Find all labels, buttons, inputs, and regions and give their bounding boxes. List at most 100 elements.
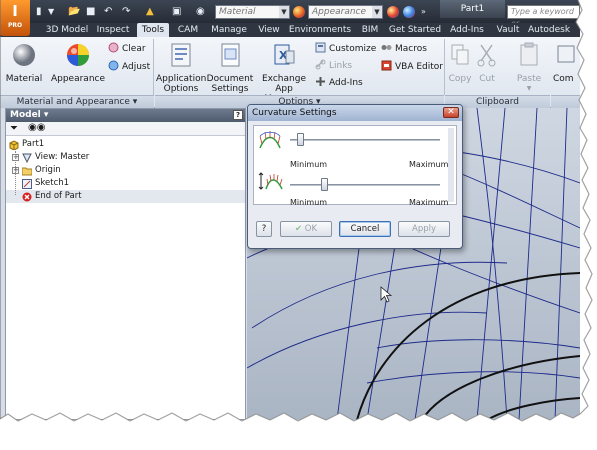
adjust-icon (108, 60, 119, 71)
exchange-icon: X (274, 44, 295, 65)
appearance-value: Appearance (312, 7, 367, 17)
tree-item-origin[interactable]: + Origin (6, 164, 245, 177)
tab-3d-model[interactable]: 3D Model (44, 23, 90, 37)
tab-autodesk[interactable]: Autodesk (528, 23, 580, 37)
tree-item-view-master[interactable]: + View: Master (6, 151, 245, 164)
application-menu-button[interactable]: I PRO (0, 0, 30, 36)
open-icon[interactable]: 📂 (68, 5, 80, 18)
document-title: Part1 (440, 0, 505, 18)
app-badge: I (12, 2, 18, 20)
macros-label: Macros (395, 44, 427, 54)
macros-button[interactable]: Macros (381, 42, 427, 55)
clear-button[interactable]: Clear (108, 42, 146, 55)
adjust-button[interactable]: Adjust (108, 60, 150, 73)
adjust-ball-icon[interactable] (387, 6, 399, 18)
material-button[interactable]: Material (4, 41, 44, 84)
macros-icon (381, 45, 392, 50)
panel-material-and-appearance[interactable]: Material and Appearance ▾ (0, 95, 154, 108)
mouse-cursor-icon (380, 286, 393, 303)
tab-cam[interactable]: CAM (174, 23, 202, 37)
sketch-icon (22, 179, 32, 189)
select-icon[interactable]: ▲ (146, 5, 154, 18)
ok-button[interactable]: ✔ OK (280, 221, 332, 237)
vba-editor-button[interactable]: VBA Editor (381, 60, 443, 73)
panel-clipboard-label: Clipboard (476, 97, 519, 107)
slider1-thumb[interactable] (297, 133, 305, 146)
search-input[interactable]: Type a keyword or (507, 5, 580, 28)
tab-bim[interactable]: BIM (358, 23, 382, 37)
new-dropdown-icon[interactable]: ▼ (48, 5, 54, 18)
tab-view[interactable]: View (256, 23, 282, 37)
tab-environments[interactable]: Environments (287, 23, 353, 37)
ribbon-tabs: 3D Model Inspect Tools CAM Manage View E… (0, 23, 580, 37)
tree-item-sketch1[interactable]: Sketch1 (6, 177, 245, 190)
tab-add-ins[interactable]: Add-Ins (447, 23, 487, 37)
slider1-track[interactable] (290, 139, 440, 141)
application-options-label: Application Options (156, 74, 207, 94)
globe-icon[interactable]: ◉ (196, 5, 205, 18)
curvature-settings-dialog: Curvature Settings ✕ Minimum Maximum Min… (247, 104, 463, 249)
clear-ball-icon[interactable] (403, 6, 415, 18)
copy-button[interactable]: Copy (447, 41, 473, 84)
view-icon (22, 153, 32, 163)
binoculars-icon[interactable]: ◉◉ (28, 122, 45, 133)
cancel-button[interactable]: Cancel (339, 221, 391, 237)
material-select[interactable]: Material ▼ (215, 5, 290, 19)
apply-button[interactable]: Apply (398, 221, 450, 237)
tab-get-started[interactable]: Get Started (387, 23, 443, 37)
update-icon[interactable]: ▣ (172, 5, 181, 18)
tab-manage[interactable]: Manage (207, 23, 251, 37)
save-icon[interactable]: ■ (86, 5, 95, 18)
document-settings-button[interactable]: Document Settings (206, 41, 254, 94)
separator (444, 39, 445, 95)
tree-item-end-of-part[interactable]: End of Part (6, 190, 245, 203)
tab-vault[interactable]: Vault (493, 23, 523, 37)
chevron-down-icon: ▾ (132, 97, 138, 107)
add-ins-icon (316, 77, 325, 86)
filter-icon[interactable]: ⏷ (10, 123, 18, 134)
ok-label: OK (304, 224, 318, 234)
dialog-title-bar[interactable]: Curvature Settings ✕ (248, 105, 462, 121)
paste-icon (520, 42, 538, 66)
cut-button[interactable]: Cut (475, 41, 499, 84)
customize-label: Customize (329, 44, 377, 54)
close-icon[interactable]: ✕ (443, 107, 459, 118)
material-sphere-icon (13, 44, 35, 66)
paste-button[interactable]: Paste ▼ (512, 41, 546, 94)
links-button[interactable]: Links (315, 59, 352, 72)
add-ins-button[interactable]: Add-Ins (315, 76, 363, 89)
appearance-select[interactable]: Appearance ▼ (308, 5, 383, 19)
application-options-button[interactable]: Application Options (156, 41, 206, 94)
slider2-track[interactable] (290, 184, 440, 186)
tab-tools[interactable]: Tools (137, 23, 169, 37)
tree-label: Origin (35, 165, 61, 175)
new-file-icon[interactable]: ▮ (36, 5, 42, 18)
chevron-down-icon: ▼ (279, 6, 289, 18)
appearance-button[interactable]: Appearance (50, 41, 106, 84)
links-icon (315, 59, 326, 70)
cut-icon (477, 44, 496, 67)
links-label: Links (329, 61, 353, 71)
help-button[interactable]: ? (256, 221, 272, 237)
tab-inspect[interactable]: Inspect (94, 23, 132, 37)
panel-overflow (551, 95, 580, 108)
overflow-icon[interactable]: » (421, 5, 426, 18)
document-settings-label: Document Settings (206, 74, 254, 94)
redo-icon[interactable]: ↷ (122, 5, 130, 18)
undo-icon[interactable]: ↶ (104, 5, 112, 18)
customize-button[interactable]: Customize (315, 42, 376, 55)
tree-item-part1[interactable]: Part1 (6, 138, 245, 151)
appearance-ball-icon (293, 6, 305, 18)
document-settings-icon (221, 43, 240, 67)
tree-label: Sketch1 (35, 178, 70, 188)
curvature-density-icon (258, 172, 283, 190)
scrollbar[interactable] (448, 128, 454, 202)
help-icon[interactable]: ? (233, 110, 243, 120)
copy-icon (451, 44, 469, 65)
model-browser-header[interactable]: Model ▾ ? (6, 109, 245, 122)
slider2-thumb[interactable] (321, 178, 329, 191)
communicator-button[interactable]: Com (553, 41, 580, 84)
paste-dropdown-icon[interactable]: ▼ (512, 84, 546, 94)
communicator-label: Com (553, 74, 574, 84)
model-browser: Model ▾ ? ⏷ ◉◉ Part1 + View: Master + Or… (5, 108, 246, 420)
